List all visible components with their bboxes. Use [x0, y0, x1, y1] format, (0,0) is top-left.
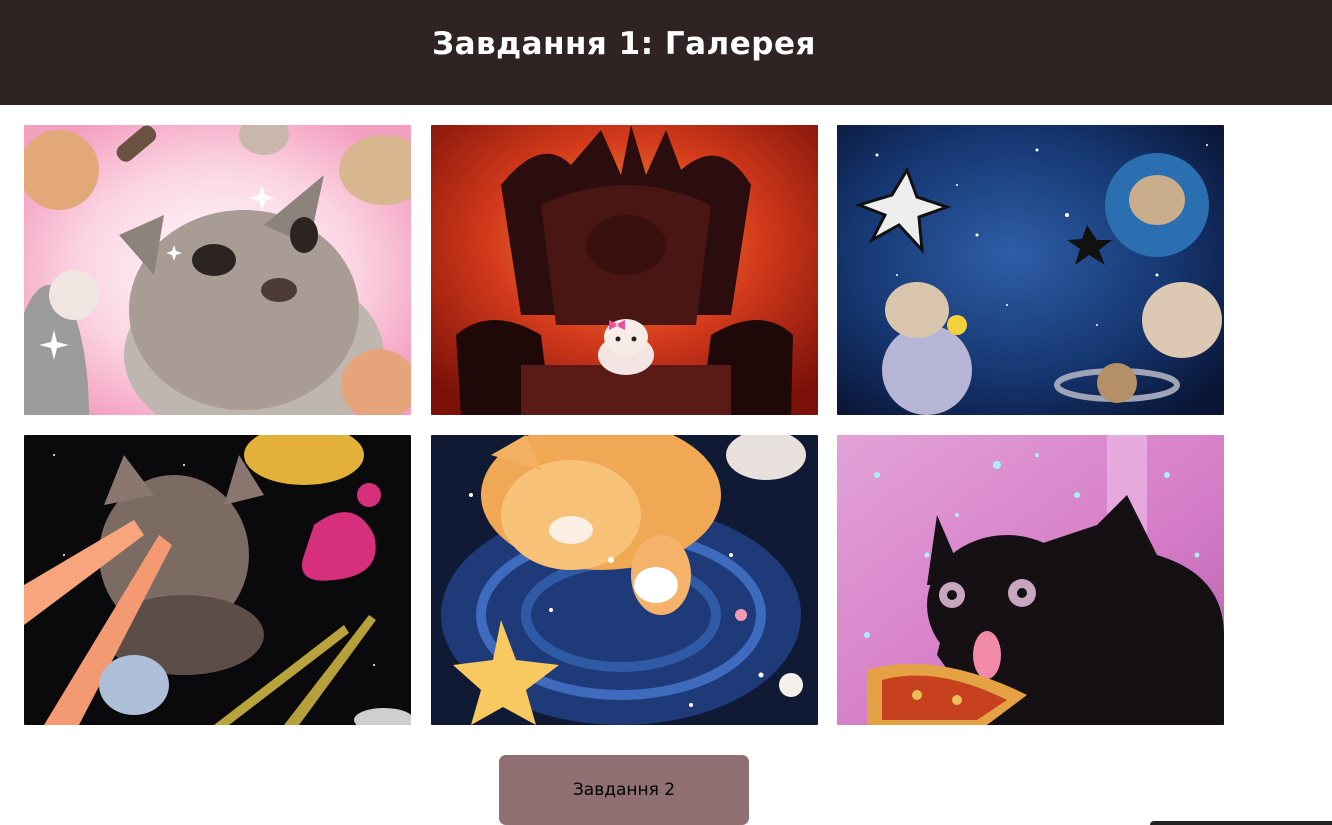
gallery-image-4[interactable] — [24, 435, 411, 725]
laser-eyes-space-cat-image — [24, 435, 411, 725]
orange-kitten-star-water-image — [431, 435, 818, 725]
gallery-image-2[interactable] — [431, 125, 818, 415]
gallery-image-6[interactable] — [837, 435, 1224, 725]
cats-in-space-planets-image — [837, 125, 1224, 415]
gallery-image-3[interactable] — [837, 125, 1224, 415]
gallery-image-1[interactable] — [24, 125, 411, 415]
page-title: Завдання 1: Галерея — [432, 26, 816, 62]
kittens-pink-sparkles-image — [24, 125, 411, 415]
next-task-button[interactable]: Завдання 2 — [499, 755, 749, 825]
page-header: Завдання 1: Галерея — [0, 0, 1332, 105]
gallery-image-5[interactable] — [431, 435, 818, 725]
image-gallery — [24, 125, 1224, 725]
black-cat-pizza-pink-image — [837, 435, 1224, 725]
kitten-on-dark-throne-image — [431, 125, 818, 415]
window-edge-bar — [1150, 821, 1332, 825]
